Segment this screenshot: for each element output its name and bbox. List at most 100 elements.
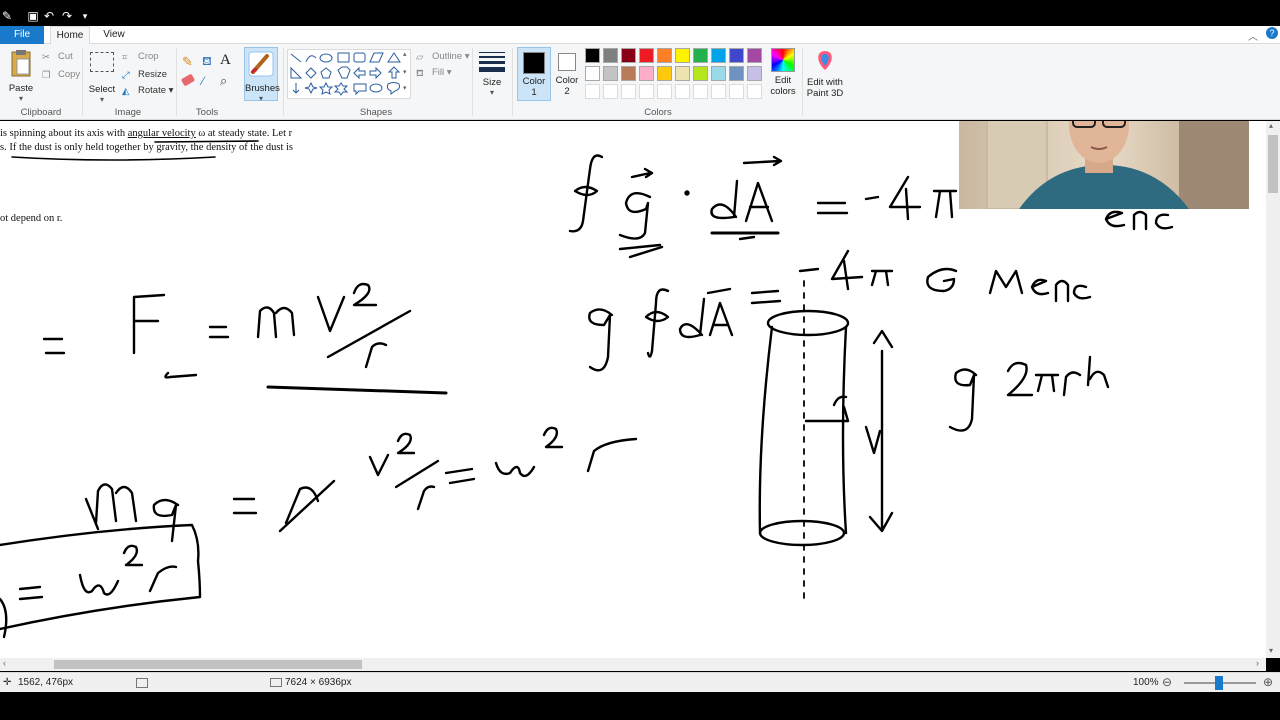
shapes-scroll-down-icon[interactable]: ▾ (403, 68, 407, 76)
eraser-icon[interactable] (180, 73, 196, 87)
color2-button[interactable]: Color 2 (553, 47, 581, 101)
crop-button[interactable]: ⌗ Crop (122, 50, 159, 64)
paint-app-icon[interactable]: ✎ (0, 9, 14, 23)
color2-swatch (558, 53, 576, 71)
pencil-icon[interactable]: ✎ (182, 54, 193, 70)
palette-swatch[interactable] (585, 66, 600, 81)
select-button[interactable]: Select ▾ (88, 50, 116, 104)
outline-button[interactable]: ▱ Outline ▾ (416, 50, 470, 64)
copy-button[interactable]: ❐ Copy (42, 68, 80, 82)
custom-color-slot[interactable] (639, 84, 654, 99)
custom-color-slot[interactable] (621, 84, 636, 99)
palette-swatch[interactable] (693, 66, 708, 81)
palette-swatch[interactable] (621, 66, 636, 81)
customize-toolbar-icon[interactable]: ▾ (78, 9, 92, 23)
size-button[interactable]: Size ▾ (477, 50, 507, 102)
fill-button[interactable]: ⛾ Fill ▾ (416, 66, 452, 80)
scroll-left-icon[interactable]: ‹ (3, 658, 6, 668)
palette-swatch[interactable] (585, 48, 600, 63)
shapes-more-icon[interactable]: ▾ (403, 84, 407, 92)
palette-swatch[interactable] (657, 48, 672, 63)
resize-icon: ⤢ (122, 69, 130, 81)
horizontal-scrollbar[interactable]: ‹ › (0, 658, 1266, 671)
brushes-dropdown-icon: ▾ (258, 94, 263, 103)
custom-color-slot[interactable] (657, 84, 672, 99)
custom-color-slot[interactable] (603, 84, 618, 99)
zoom-in-icon[interactable]: ⊕ (1263, 675, 1273, 689)
custom-color-slot[interactable] (585, 84, 600, 99)
drawing-canvas[interactable]: is spinning about its axis with angular … (0, 121, 1266, 658)
palette-swatch[interactable] (747, 48, 762, 63)
resize-button[interactable]: ⤢ Resize (122, 68, 167, 82)
custom-color-slot[interactable] (675, 84, 690, 99)
palette-swatch[interactable] (621, 48, 636, 63)
status-bar: ✛ 1562, 476px 7624 × 6936px 100% ⊖ ⊕ (0, 672, 1280, 692)
horizontal-scroll-thumb[interactable] (54, 660, 362, 669)
selection-size-icon (136, 678, 148, 688)
vertical-scrollbar[interactable]: ▴ ▾ (1266, 121, 1280, 658)
tab-home[interactable]: Home (50, 26, 90, 45)
select-icon (90, 52, 114, 72)
custom-color-slot[interactable] (711, 84, 726, 99)
palette-swatch[interactable] (657, 66, 672, 81)
shapes-scroll-up-icon[interactable]: ▴ (403, 50, 407, 58)
palette-swatch[interactable] (639, 48, 654, 63)
brush-icon (248, 51, 274, 77)
edit-colors-button[interactable]: Edit colors (768, 48, 798, 104)
webcam-overlay (959, 121, 1249, 209)
zoom-level: 100% (1133, 677, 1159, 688)
shapes-group-label: Shapes (359, 107, 393, 118)
scroll-right-icon[interactable]: › (1256, 658, 1259, 668)
paste-button[interactable]: Paste ▾ (6, 48, 36, 103)
palette-swatch[interactable] (729, 66, 744, 81)
ribbon-tabs: File Home View ︿ ? (0, 26, 1280, 45)
tools-panel: ✎ ⛾ A ⁄ ⌕ (180, 52, 240, 98)
magnifier-icon[interactable]: ⌕ (220, 73, 227, 89)
scroll-down-icon[interactable]: ▾ (1269, 646, 1273, 655)
custom-color-slot[interactable] (693, 84, 708, 99)
palette-swatch[interactable] (747, 66, 762, 81)
vertical-scroll-thumb[interactable] (1268, 135, 1278, 193)
custom-color-slot[interactable] (747, 84, 762, 99)
redo-icon[interactable]: ↷ (60, 9, 74, 23)
outline-icon: ▱ (416, 51, 424, 63)
text-icon[interactable]: A (220, 52, 231, 69)
scroll-up-icon[interactable]: ▴ (1269, 121, 1273, 130)
color1-button[interactable]: Color 1 (517, 47, 551, 101)
palette-swatch[interactable] (675, 48, 690, 63)
crop-icon: ⌗ (122, 51, 128, 63)
zoom-out-icon[interactable]: ⊖ (1162, 675, 1172, 689)
palette-swatch[interactable] (693, 48, 708, 63)
custom-color-slot[interactable] (729, 84, 744, 99)
save-icon[interactable]: ▣ (26, 9, 40, 23)
cursor-move-icon: ✛ (3, 677, 12, 688)
shapes-gallery[interactable] (287, 49, 411, 99)
palette-swatch[interactable] (729, 48, 744, 63)
color-picker-icon[interactable]: ⁄ (202, 74, 204, 88)
rotate-button[interactable]: ◭ Rotate ▾ (122, 84, 173, 98)
fill-bucket-icon[interactable]: ⛾ (202, 54, 212, 70)
brushes-button[interactable]: Brushes ▾ (244, 47, 280, 103)
undo-icon[interactable]: ↶ (42, 9, 56, 23)
clipboard-group-label: Clipboard (20, 107, 62, 118)
palette-swatch[interactable] (639, 66, 654, 81)
palette-swatch[interactable] (603, 48, 618, 63)
paint-window: ✎ ▣ ↶ ↷ ▾ File Home View ︿ ? Paste ▾ ✂ Cu… (0, 0, 1280, 720)
paste-icon (11, 50, 31, 77)
collapse-ribbon-icon[interactable]: ︿ (1248, 28, 1258, 43)
palette-swatch[interactable] (711, 66, 726, 81)
zoom-slider-thumb[interactable] (1215, 676, 1223, 690)
color1-swatch (523, 52, 545, 74)
palette-swatch[interactable] (675, 66, 690, 81)
fill-icon: ⛾ (416, 67, 424, 79)
palette-swatch[interactable] (603, 66, 618, 81)
cursor-position: 1562, 476px (18, 677, 74, 688)
color-palette (585, 48, 767, 104)
edit-with-paint3d-button[interactable]: Edit with Paint 3D (806, 48, 844, 104)
tools-group-label: Tools (195, 107, 219, 118)
tab-file[interactable]: File (0, 26, 44, 44)
palette-swatch[interactable] (711, 48, 726, 63)
tab-view[interactable]: View (94, 26, 134, 44)
help-icon[interactable]: ? (1266, 27, 1278, 39)
cut-button[interactable]: ✂ Cut (42, 50, 73, 64)
